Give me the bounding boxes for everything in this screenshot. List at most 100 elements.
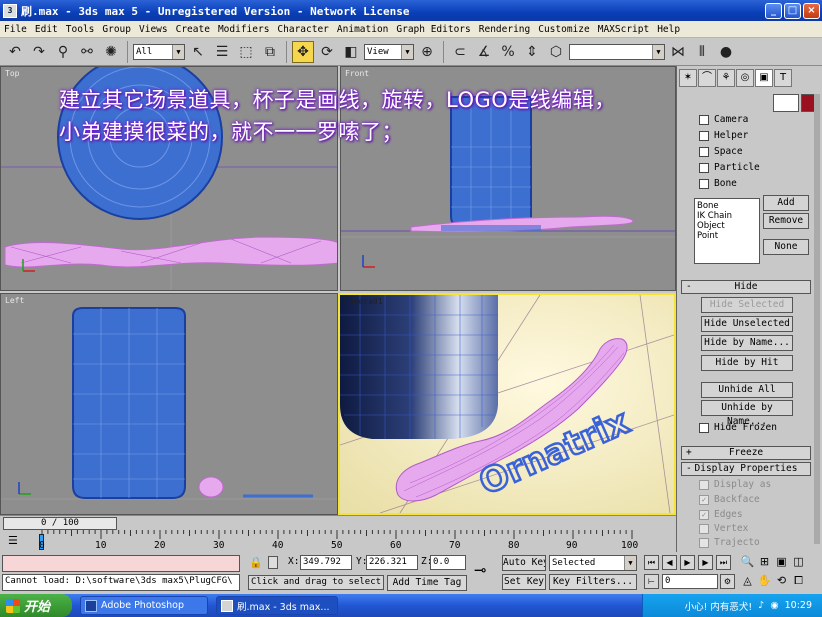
motion-tab-icon[interactable]: ◎ [736, 69, 754, 87]
unlink-icon[interactable]: ⚯ [76, 41, 98, 63]
utilities-tab-icon[interactable]: T [774, 69, 792, 87]
start-button[interactable]: 开始 [0, 594, 72, 617]
menu-customize[interactable]: Customize [534, 24, 593, 35]
zoom-all-icon[interactable]: ⊞ [757, 555, 772, 570]
hide-selected-button[interactable]: Hide Selected [701, 297, 793, 313]
redo-icon[interactable]: ↷ [28, 41, 50, 63]
percent-snap-icon[interactable]: % [497, 41, 519, 63]
menu-create[interactable]: Create [172, 24, 214, 35]
object-color-swatch[interactable] [801, 94, 815, 112]
vertex-checkbox[interactable]: Vertex [699, 523, 748, 534]
time-slider-thumb[interactable]: 0 / 100 [3, 517, 117, 530]
checkbox[interactable] [699, 162, 709, 173]
create-tab-icon[interactable]: ✶ [679, 69, 697, 87]
checkbox[interactable] [699, 178, 709, 189]
menu-modifiers[interactable]: Modifiers [214, 24, 273, 35]
menu-rendering[interactable]: Rendering [475, 24, 534, 35]
select-object-icon[interactable]: ↖ [187, 41, 209, 63]
select-and-move-icon[interactable]: ✥ [292, 40, 314, 63]
spinner-snap-icon[interactable]: ⇕ [521, 41, 543, 63]
taskbar-item-3dsmax[interactable]: 刷.max - 3ds max... [216, 596, 338, 615]
mirror-icon[interactable]: ⋈ [667, 41, 689, 63]
category-list[interactable]: Bone IK Chain Object Point [694, 198, 760, 264]
align-icon[interactable]: ⫴ [691, 41, 713, 63]
hierarchy-tab-icon[interactable]: ⚘ [717, 69, 735, 87]
display-tab-icon[interactable]: ▣ [755, 69, 773, 87]
category-particle[interactable]: Particle [699, 162, 760, 173]
select-and-rotate-icon[interactable]: ⟳ [316, 41, 338, 63]
pivot-center-icon[interactable]: ⊕ [416, 41, 438, 63]
add-time-tag-button[interactable]: Add Time Tag [387, 575, 467, 591]
checkbox[interactable] [699, 114, 709, 125]
hide-frozen-checkbox[interactable]: Hide Frozen [699, 422, 777, 433]
checkbox[interactable] [699, 130, 709, 141]
viewport-camera01[interactable]: Ornatrix Camera01 [338, 293, 676, 515]
category-camera[interactable]: Camera [699, 114, 748, 125]
menu-maxscript[interactable]: MAXScript [594, 24, 653, 35]
set-key-button[interactable]: Set Key [502, 574, 546, 590]
menu-animation[interactable]: Animation [333, 24, 392, 35]
freeze-rollout[interactable]: + Freeze [681, 446, 811, 460]
hide-by-name-button[interactable]: Hide by Name... [701, 335, 793, 351]
network-icon[interactable]: ◉ [770, 600, 778, 611]
undo-icon[interactable]: ↶ [4, 41, 26, 63]
current-frame-field[interactable]: 0 [662, 574, 718, 589]
list-item[interactable]: Bone [697, 201, 757, 211]
category-space[interactable]: Space [699, 146, 743, 157]
auto-key-button[interactable]: Auto Key [502, 555, 546, 571]
key-mode-dropdown[interactable]: Selected ▼ [549, 555, 637, 571]
display-as-checkbox[interactable]: Display as [699, 479, 771, 490]
selection-filter-dropdown[interactable]: All ▼ [133, 43, 185, 60]
close-button[interactable]: × [803, 2, 820, 19]
viewport-left[interactable]: Left [0, 293, 338, 515]
category-helper[interactable]: Helper [699, 130, 748, 141]
edges-checkbox[interactable]: ✓ Edges [699, 509, 743, 520]
select-and-scale-icon[interactable]: ◧ [340, 41, 362, 63]
edit-named-selection-icon[interactable]: ⬡ [545, 41, 567, 63]
menu-help[interactable]: Help [653, 24, 684, 35]
material-editor-icon[interactable]: ● [715, 41, 737, 63]
display-properties-rollout[interactable]: - Display Properties [681, 462, 811, 476]
select-and-link-icon[interactable]: ⚲ [52, 41, 74, 63]
zoom-icon[interactable]: 🔍 [740, 555, 755, 570]
goto-start-icon[interactable]: ⏮ [644, 555, 659, 570]
angle-snap-icon[interactable]: ∡ [473, 41, 495, 63]
window-crossing-icon[interactable]: ⧉ [259, 41, 281, 63]
play-icon[interactable]: ▶ [680, 555, 695, 570]
z-coordinate-field[interactable]: 0.0 [430, 555, 466, 570]
menu-views[interactable]: Views [135, 24, 172, 35]
checkbox[interactable] [699, 479, 709, 490]
checkbox[interactable]: ✓ [699, 494, 709, 505]
panel-scrollbar[interactable] [814, 94, 820, 544]
menu-character[interactable]: Character [273, 24, 332, 35]
key-filters-button[interactable]: Key Filters... [549, 574, 637, 590]
unhide-all-button[interactable]: Unhide All [701, 382, 793, 398]
menu-graph-editors[interactable]: Graph Editors [392, 24, 474, 35]
minimize-button[interactable]: _ [765, 2, 782, 19]
add-button[interactable]: Add [763, 195, 809, 211]
menu-group[interactable]: Group [98, 24, 135, 35]
reference-coordinate-dropdown[interactable]: View ▼ [364, 43, 414, 60]
time-slider[interactable]: 0 / 100 [0, 515, 676, 530]
list-item[interactable]: IK Chain Object [697, 211, 757, 231]
hide-unselected-button[interactable]: Hide Unselected [701, 316, 793, 332]
time-config-icon[interactable]: ⚙ [720, 574, 735, 589]
checkbox[interactable] [699, 537, 709, 548]
menu-edit[interactable]: Edit [31, 24, 62, 35]
hide-rollout[interactable]: - Hide [681, 280, 811, 294]
remove-button[interactable]: Remove [763, 213, 809, 229]
checkbox[interactable] [699, 146, 709, 157]
checkbox[interactable] [699, 422, 709, 433]
trajectory-checkbox[interactable]: Trajecto [699, 537, 760, 548]
zoom-extents-all-icon[interactable]: ◫ [791, 555, 806, 570]
modify-tab-icon[interactable]: ⌒ [698, 69, 716, 87]
hide-by-hit-button[interactable]: Hide by Hit [701, 355, 793, 371]
category-bone[interactable]: Bone [699, 178, 737, 189]
checkbox[interactable]: ✓ [699, 509, 709, 520]
backface-checkbox[interactable]: ✓ Backface [699, 494, 760, 505]
maxscript-listener[interactable] [2, 555, 240, 572]
list-item[interactable]: Point [697, 231, 757, 241]
goto-end-icon[interactable]: ⏭ [716, 555, 731, 570]
select-by-name-icon[interactable]: ☰ [211, 41, 233, 63]
previous-frame-icon[interactable]: ◀ [662, 555, 677, 570]
